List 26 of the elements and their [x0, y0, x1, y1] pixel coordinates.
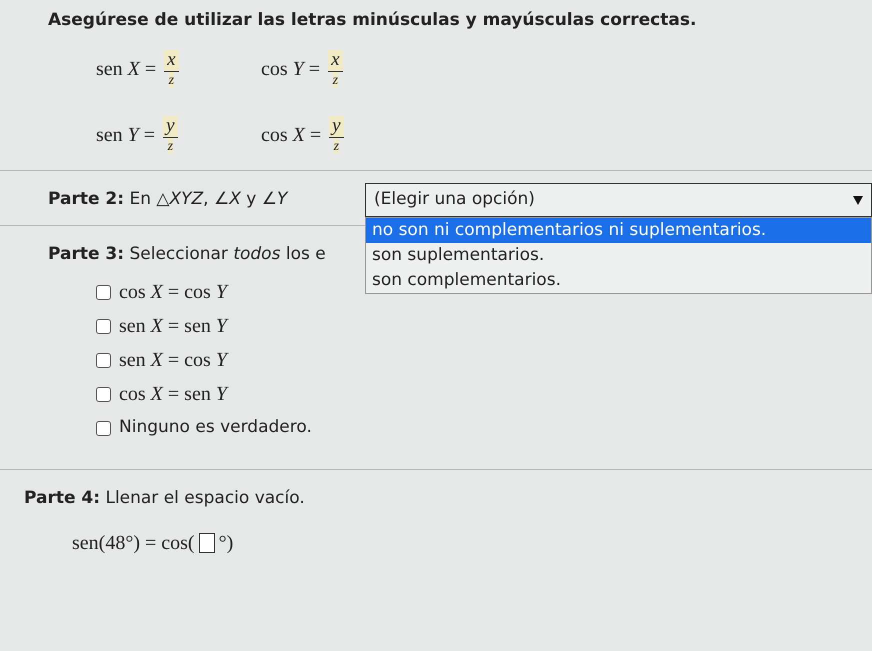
- dropdown[interactable]: (Elegir una opción): [365, 182, 872, 216]
- equation-text: sen(48°) = cos(: [72, 530, 195, 556]
- checkbox[interactable]: [96, 318, 111, 334]
- question-text: Parte 4: Llenar el espacio vacío.: [24, 487, 306, 510]
- choice-label: Ninguno es verdadero.: [119, 416, 312, 440]
- caret-icon: [853, 194, 863, 204]
- equation-text: sen Y =: [96, 122, 156, 148]
- question-text: Parte 3: Seleccionar todos los e: [48, 242, 326, 266]
- answer-box[interactable]: [198, 532, 215, 552]
- choice-label: cos X = sen Y: [119, 382, 227, 407]
- equation-text: cos Y =: [261, 56, 320, 82]
- choice-label: sen X = sen Y: [119, 314, 227, 339]
- dropdown-option[interactable]: son suplementarios.: [366, 242, 871, 268]
- checkbox[interactable]: [96, 352, 111, 368]
- dropdown-option[interactable]: son complementarios.: [366, 268, 871, 292]
- checkbox[interactable]: [96, 386, 111, 402]
- equation-text: °): [218, 530, 234, 556]
- equation-text: cos X =: [261, 122, 322, 148]
- checkbox[interactable]: [96, 284, 111, 300]
- equation-text: sen X =: [96, 56, 156, 82]
- question-text: Parte 2: En △XYZ, ∠X y ∠Y: [48, 188, 290, 211]
- instruction-text: Asegúrese de utilizar las letras minúsculas y mayúsculas correctas.: [48, 9, 698, 32]
- choice-label: sen X = cos Y: [119, 348, 227, 373]
- checkbox[interactable]: [96, 420, 111, 436]
- dropdown-option[interactable]: no son ni complementarios ni suplementarios.: [366, 218, 871, 242]
- choice-label: cos X = cos Y: [119, 280, 227, 305]
